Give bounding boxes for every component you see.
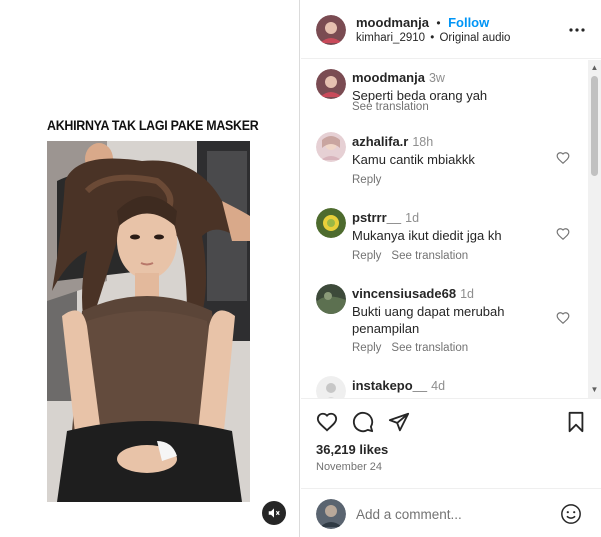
author-avatar[interactable]	[316, 15, 346, 45]
current-user-avatar	[316, 499, 346, 529]
audio-username[interactable]: kimhari_2910	[356, 32, 425, 44]
save-button[interactable]	[566, 411, 586, 438]
audio-separator: •	[430, 32, 435, 44]
comment-text: Kamu cantik mbiakkk	[352, 152, 475, 167]
comment-text: Bukti uang dapat merubah penampilan	[352, 304, 505, 336]
more-options-button[interactable]	[569, 22, 585, 43]
comment-time: 4d	[431, 379, 446, 393]
comments-list[interactable]: moodmanja 3w Seperti beda orang yah See t…	[301, 60, 601, 398]
scroll-up-arrow-icon[interactable]: ▲	[590, 63, 599, 72]
share-button[interactable]	[388, 411, 410, 438]
reply-link[interactable]: Reply	[352, 342, 381, 354]
comment-author[interactable]: vincensiusade68 1d	[352, 286, 474, 301]
comment-meta: Reply	[352, 174, 391, 186]
speaker-muted-icon	[268, 508, 280, 518]
author-username[interactable]: moodmanja	[356, 15, 429, 30]
heart-icon	[316, 412, 338, 432]
post-header: moodmanja • Follow kimhari_2910 • Origin…	[301, 0, 601, 59]
video-caption: AKHIRNYA TAK LAGI PAKE MASKER	[47, 118, 259, 133]
smiley-icon	[561, 504, 581, 524]
video-frame[interactable]	[47, 141, 250, 502]
comment-author[interactable]: instakepo__ 4d	[352, 378, 445, 393]
heart-icon	[556, 152, 570, 165]
comment-author[interactable]: moodmanja 3w	[352, 70, 445, 85]
post-actions: 36,219 likes November 24	[301, 398, 601, 488]
comment-like-button[interactable]	[556, 151, 570, 170]
comment-meta: Reply See translation	[352, 250, 478, 262]
comment-like-button[interactable]	[556, 311, 570, 330]
comment-time: 3w	[428, 71, 445, 85]
heart-icon	[556, 312, 570, 325]
heart-icon	[556, 228, 570, 241]
commenter-avatar[interactable]	[316, 284, 346, 314]
commenter-avatar[interactable]	[316, 376, 346, 398]
comments-scrollbar[interactable]: ▲ ▼	[588, 60, 601, 398]
scroll-thumb[interactable]	[591, 76, 598, 176]
comment-meta: See translation	[352, 101, 439, 113]
mute-button[interactable]	[262, 501, 286, 525]
paper-plane-icon	[388, 412, 410, 432]
emoji-button[interactable]	[560, 503, 582, 530]
comment-bubble-icon	[352, 411, 374, 433]
likes-count[interactable]: 36,219 likes	[316, 442, 388, 457]
commenter-avatar[interactable]	[316, 132, 346, 162]
comment-time: 1d	[460, 287, 474, 301]
comment-button[interactable]	[352, 411, 374, 438]
bookmark-icon	[568, 411, 584, 433]
header-separator: •	[436, 16, 441, 30]
see-translation-link[interactable]: See translation	[391, 342, 468, 354]
commenter-avatar[interactable]	[316, 69, 346, 99]
scroll-down-arrow-icon[interactable]: ▼	[590, 385, 599, 394]
salon-photo	[47, 141, 250, 502]
comment-time: 1d	[405, 211, 420, 225]
post-media: AKHIRNYA TAK LAGI PAKE MASKER	[0, 0, 300, 537]
comment-input[interactable]	[356, 503, 556, 525]
post-details-panel: moodmanja • Follow kimhari_2910 • Origin…	[301, 0, 601, 537]
commenter-avatar[interactable]	[316, 208, 346, 238]
audio-label[interactable]: Original audio	[439, 32, 510, 44]
comment-time: 18h	[412, 135, 434, 149]
see-translation-link[interactable]: See translation	[391, 250, 468, 262]
comment-author[interactable]: azhalifa.r 18h	[352, 134, 433, 149]
reply-link[interactable]: Reply	[352, 174, 381, 186]
post-date[interactable]: November 24	[316, 461, 382, 473]
comment-meta: Reply See translation	[352, 342, 478, 354]
reply-link[interactable]: Reply	[352, 250, 381, 262]
add-comment-bar	[301, 488, 601, 537]
comment-like-button[interactable]	[556, 227, 570, 246]
comment-author[interactable]: pstrrr__ 1d	[352, 210, 419, 225]
like-button[interactable]	[316, 411, 338, 438]
see-translation-link[interactable]: See translation	[352, 101, 429, 113]
more-icon	[569, 28, 585, 32]
comment-text: Mukanya ikut diedit jga kh	[352, 228, 502, 243]
follow-button[interactable]: Follow	[448, 15, 489, 30]
